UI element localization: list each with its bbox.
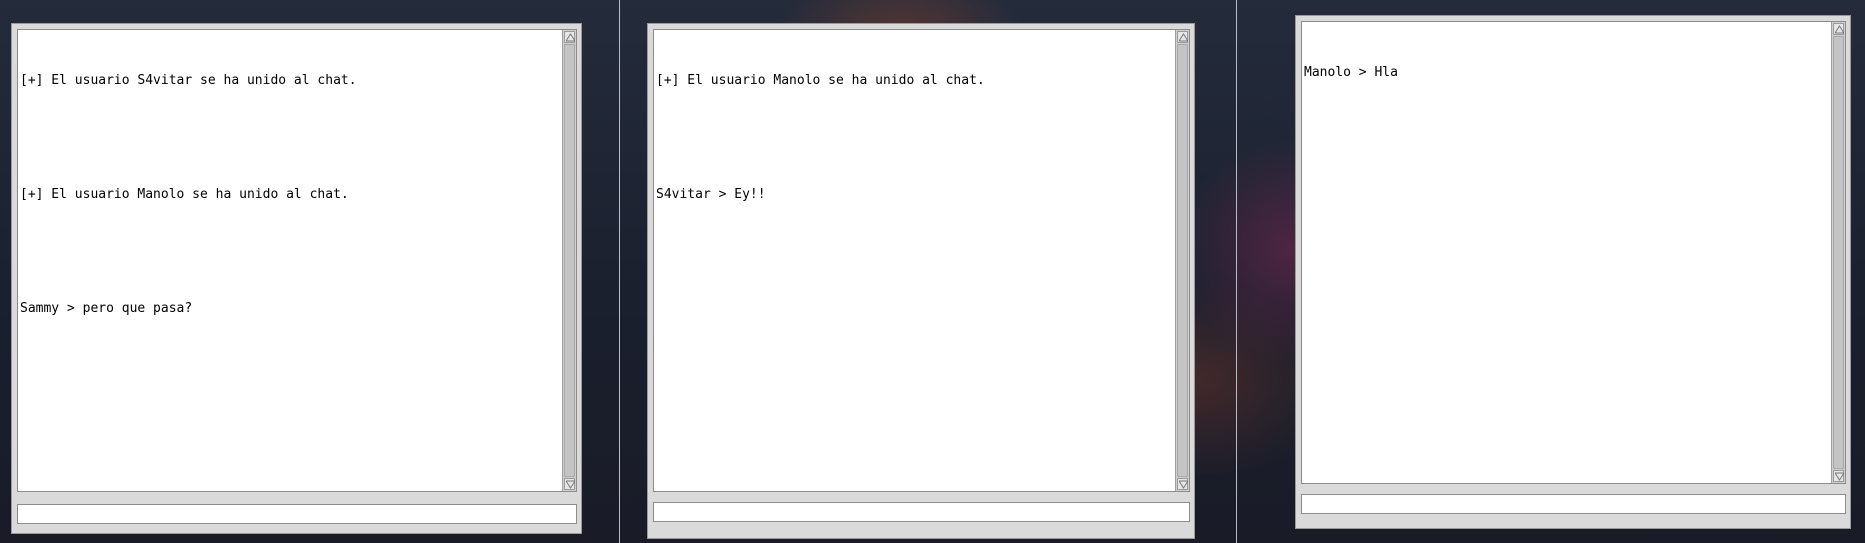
scrollbar-thumb[interactable] (1833, 36, 1844, 469)
message-line (20, 128, 556, 147)
scroll-down-button[interactable] (1833, 470, 1844, 482)
scroll-up-button[interactable] (1177, 31, 1188, 43)
scroll-down-button[interactable] (1177, 478, 1188, 490)
screen-divider (619, 0, 620, 543)
message-input[interactable] (17, 504, 577, 524)
scroll-down-button[interactable] (564, 478, 575, 490)
chat-window: [+] El usuario S4vitar se ha unido al ch… (11, 23, 582, 534)
triangle-down-icon (1179, 480, 1188, 489)
message-input[interactable] (653, 502, 1190, 522)
triangle-up-icon (1835, 25, 1844, 34)
chat-window: Manolo > Hla (1295, 15, 1851, 529)
message-line (20, 242, 556, 261)
scrollbar-thumb[interactable] (564, 44, 575, 477)
message-line: [+] El usuario Manolo se ha unido al cha… (656, 73, 985, 88)
message-line: [+] El usuario S4vitar se ha unido al ch… (20, 73, 357, 88)
chat-log[interactable]: [+] El usuario Manolo se ha unido al cha… (653, 29, 1190, 492)
message-line: Sammy > pero que pasa? (20, 301, 193, 316)
chat-window: [+] El usuario Manolo se ha unido al cha… (647, 23, 1195, 539)
message-line: S4vitar > Ey!! (656, 187, 766, 202)
triangle-up-icon (1179, 33, 1188, 42)
message-input[interactable] (1301, 494, 1846, 514)
message-line: [+] El usuario Manolo se ha unido al cha… (20, 187, 349, 202)
triangle-up-icon (566, 33, 575, 42)
screen-divider (1236, 0, 1237, 543)
message-list: [+] El usuario S4vitar se ha unido al ch… (20, 33, 556, 356)
vertical-scrollbar[interactable] (562, 30, 576, 491)
chat-log[interactable]: [+] El usuario S4vitar se ha unido al ch… (17, 29, 577, 492)
triangle-down-icon (566, 480, 575, 489)
message-line: Manolo > Hla (1304, 65, 1398, 80)
message-list: [+] El usuario Manolo se ha unido al cha… (656, 33, 1169, 242)
scrollbar-thumb[interactable] (1177, 44, 1188, 477)
message-line (656, 128, 1169, 147)
vertical-scrollbar[interactable] (1175, 30, 1189, 491)
scroll-up-button[interactable] (1833, 23, 1844, 35)
scroll-up-button[interactable] (564, 31, 575, 43)
chat-log[interactable]: Manolo > Hla (1301, 21, 1846, 484)
triangle-down-icon (1835, 472, 1844, 481)
vertical-scrollbar[interactable] (1831, 22, 1845, 483)
message-list: Manolo > Hla (1304, 25, 1825, 120)
